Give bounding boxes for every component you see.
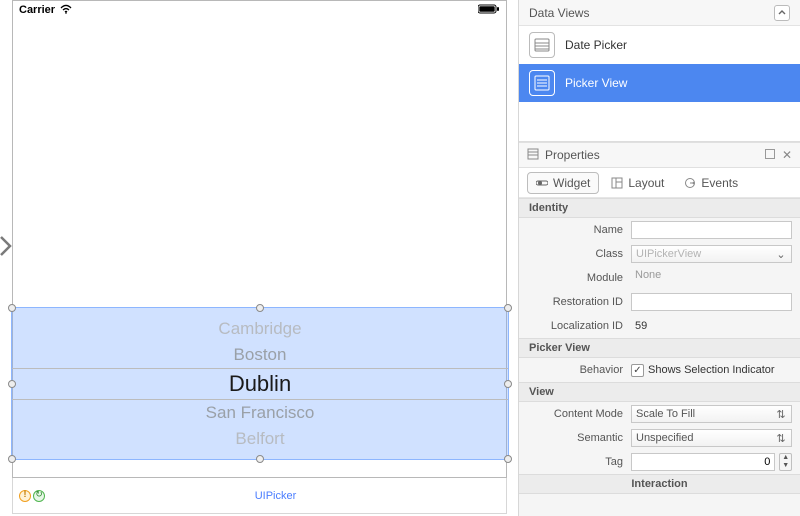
label-module: Module: [519, 272, 631, 284]
resize-handle[interactable]: [8, 304, 16, 312]
properties-icon: [527, 148, 539, 163]
stepper-up-icon[interactable]: ▲: [780, 454, 791, 462]
label-semantic: Semantic: [519, 432, 631, 444]
data-views-header: Data Views: [519, 0, 800, 26]
section-view: View: [519, 382, 800, 402]
label-restoration-id: Restoration ID: [519, 296, 631, 308]
detach-icon[interactable]: [765, 148, 775, 162]
refresh-icon[interactable]: [33, 490, 45, 502]
class-value: UIPickerView: [636, 248, 701, 260]
label-class: Class: [519, 248, 631, 260]
close-icon[interactable]: ✕: [782, 148, 792, 162]
properties-header: Properties ✕: [519, 142, 800, 168]
shows-selection-indicator-label: Shows Selection Indicator: [648, 364, 775, 376]
data-views-spacer: [519, 102, 800, 142]
picker-row: San Francisco: [12, 400, 508, 426]
label-behavior: Behavior: [519, 364, 631, 376]
resize-handle[interactable]: [256, 304, 264, 312]
content-mode-value: Scale To Fill: [636, 408, 695, 420]
picker-row: Cambridge: [12, 316, 508, 342]
name-input[interactable]: [631, 221, 792, 239]
label-name: Name: [519, 224, 631, 236]
wifi-icon: [60, 4, 72, 17]
resize-handle[interactable]: [504, 304, 512, 312]
localization-id-value: 59: [631, 320, 647, 332]
tab-layout[interactable]: Layout: [603, 173, 672, 193]
picker-view-icon: [529, 70, 555, 96]
data-view-label: Date Picker: [565, 38, 627, 52]
tab-label: Events: [701, 176, 738, 190]
label-localization-id: Localization ID: [519, 320, 631, 332]
label-content-mode: Content Mode: [519, 408, 631, 420]
section-picker-view: Picker View: [519, 338, 800, 358]
picker-row-selected: Dublin: [12, 368, 508, 400]
canvas-footer: UIPicker: [12, 478, 507, 514]
class-select[interactable]: UIPickerView ⌄: [631, 245, 792, 263]
resize-handle[interactable]: [8, 455, 16, 463]
tag-input[interactable]: [631, 453, 775, 471]
resize-handle[interactable]: [256, 455, 264, 463]
resize-handle[interactable]: [504, 455, 512, 463]
resize-handle[interactable]: [8, 380, 16, 388]
properties-body: Identity Name Class UIPickerView ⌄ Modul…: [519, 198, 800, 516]
picker-items: Cambridge Boston Dublin San Francisco Be…: [12, 308, 508, 459]
section-identity: Identity: [519, 198, 800, 218]
data-view-date-picker[interactable]: Date Picker: [519, 26, 800, 64]
updown-icon: ⇅: [775, 408, 787, 421]
semantic-select[interactable]: Unspecified ⇅: [631, 429, 792, 447]
tab-widget[interactable]: Widget: [527, 172, 599, 194]
footer-label[interactable]: UIPicker: [45, 487, 506, 505]
inspector-panel: Data Views Date Picker Picker View Prope…: [519, 0, 800, 516]
resize-handle[interactable]: [504, 380, 512, 388]
carrier-label: Carrier: [19, 4, 55, 16]
status-bar: Carrier: [13, 1, 506, 19]
data-view-picker-view[interactable]: Picker View: [519, 64, 800, 102]
data-views-title: Data Views: [529, 6, 589, 20]
date-picker-icon: [529, 32, 555, 58]
module-value: None: [631, 269, 792, 287]
tab-label: Layout: [628, 176, 664, 190]
data-view-label: Picker View: [565, 76, 627, 90]
properties-title: Properties: [545, 148, 600, 162]
collapse-button[interactable]: [774, 5, 790, 21]
properties-tabs: Widget Layout Events: [519, 168, 800, 198]
tab-label: Widget: [553, 176, 590, 190]
semantic-value: Unspecified: [636, 432, 693, 444]
restoration-id-input[interactable]: [631, 293, 792, 311]
stepper-down-icon[interactable]: ▼: [780, 462, 791, 470]
content-mode-select[interactable]: Scale To Fill ⇅: [631, 405, 792, 423]
design-canvas: Carrier Cambridge Boston Dublin San Fran…: [0, 0, 519, 516]
updown-icon: ⇅: [775, 432, 787, 445]
battery-icon: [478, 4, 500, 17]
uipickerview-selection[interactable]: Cambridge Boston Dublin San Francisco Be…: [11, 307, 509, 460]
tab-events[interactable]: Events: [676, 173, 746, 193]
section-interaction: Interaction: [519, 474, 800, 494]
shows-selection-indicator-checkbox[interactable]: ✓: [631, 364, 644, 377]
data-views-list: Date Picker Picker View: [519, 26, 800, 142]
tag-stepper[interactable]: ▲▼: [779, 453, 792, 471]
picker-row: Belfort: [12, 426, 508, 452]
chevron-down-icon: ⌄: [775, 248, 787, 261]
picker-row: Boston: [12, 342, 508, 368]
label-tag: Tag: [519, 456, 631, 468]
warning-icon[interactable]: [19, 490, 31, 502]
